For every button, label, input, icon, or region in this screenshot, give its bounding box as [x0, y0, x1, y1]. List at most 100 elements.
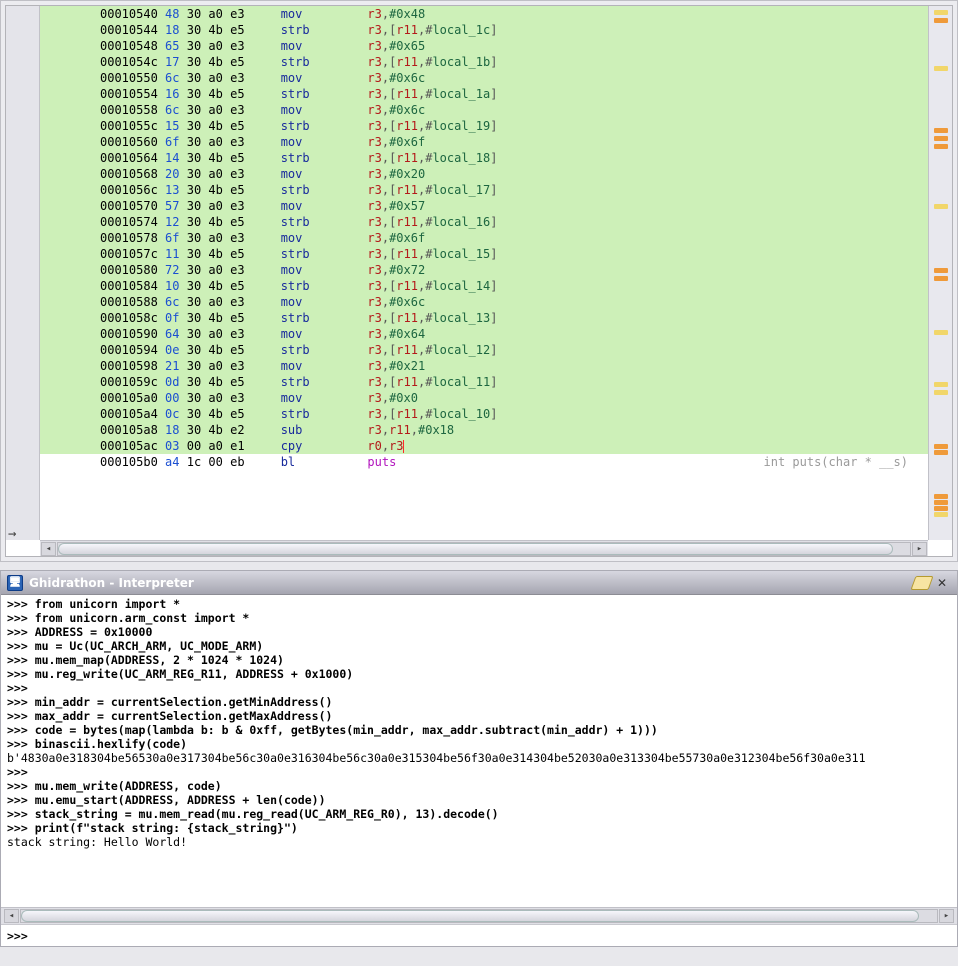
disasm-row[interactable]: 0001054c 17 30 4b e5 strb r3,[r11,#local…: [40, 54, 928, 70]
overview-marker[interactable]: [934, 500, 948, 505]
disasm-row[interactable]: 00010580 72 30 a0 e3 mov r3,#0x72: [40, 262, 928, 278]
disasm-row[interactable]: 00010578 6f 30 a0 e3 mov r3,#0x6f: [40, 230, 928, 246]
disasm-row[interactable]: 00010594 0e 30 4b e5 strb r3,[r11,#local…: [40, 342, 928, 358]
prompt: >>>: [7, 709, 35, 723]
operand: ,[: [382, 215, 396, 229]
disasm-row[interactable]: 000105a0 00 30 a0 e3 mov r3,#0x0: [40, 390, 928, 406]
disasm-row[interactable]: 00010588 6c 30 a0 e3 mov r3,#0x6c: [40, 294, 928, 310]
overview-marker[interactable]: [934, 382, 948, 387]
overview-marker[interactable]: [934, 390, 948, 395]
disasm-row[interactable]: 00010540 48 30 a0 e3 mov r3,#0x48: [40, 6, 928, 22]
scroll-left-button[interactable]: ◂: [41, 542, 56, 556]
disasm-row[interactable]: 00010584 10 30 4b e5 strb r3,[r11,#local…: [40, 278, 928, 294]
scroll-thumb[interactable]: [58, 543, 893, 555]
console-scrollbar[interactable]: ◂ ▸: [1, 907, 957, 924]
overview-marker[interactable]: [934, 136, 948, 141]
overview-marker[interactable]: [934, 512, 948, 517]
disasm-row[interactable]: 00010554 16 30 4b e5 strb r3,[r11,#local…: [40, 86, 928, 102]
scroll-left-button[interactable]: ◂: [4, 909, 19, 923]
overview-marker[interactable]: [934, 330, 948, 335]
overview-marker[interactable]: [934, 204, 948, 209]
cursor: [403, 440, 404, 453]
operand: r3: [367, 391, 381, 405]
disasm-row[interactable]: 000105a4 0c 30 4b e5 strb r3,[r11,#local…: [40, 406, 928, 422]
operand: r3: [367, 343, 381, 357]
operand: ]: [490, 183, 497, 197]
byte: a0: [208, 359, 230, 373]
address: 00010588: [100, 295, 165, 309]
disasm-row[interactable]: 00010570 57 30 a0 e3 mov r3,#0x57: [40, 198, 928, 214]
console-input-line: >>>: [7, 681, 951, 695]
byte: 4b: [208, 215, 230, 229]
byte: e3: [230, 71, 252, 85]
close-panel-button[interactable]: ✕: [933, 575, 951, 591]
interpreter-titlebar[interactable]: 🖥 Ghidrathon - Interpreter ✕: [1, 571, 957, 595]
disasm-row[interactable]: 00010558 6c 30 a0 e3 mov r3,#0x6c: [40, 102, 928, 118]
scroll-thumb[interactable]: [21, 910, 919, 922]
mnemonic: mov: [281, 199, 368, 213]
disasm-row[interactable]: 00010598 21 30 a0 e3 mov r3,#0x21: [40, 358, 928, 374]
repl-input[interactable]: [32, 929, 951, 943]
operand: local_1c: [432, 23, 490, 37]
overview-marker[interactable]: [934, 144, 948, 149]
overview-marker[interactable]: [934, 444, 948, 449]
byte: 30: [187, 167, 209, 181]
operand: ,: [382, 327, 389, 341]
operand: local_17: [432, 183, 490, 197]
disasm-row[interactable]: 00010574 12 30 4b e5 strb r3,[r11,#local…: [40, 214, 928, 230]
console-input-line: >>> min_addr = currentSelection.getMinAd…: [7, 695, 951, 709]
disasm-row[interactable]: 0001057c 11 30 4b e5 strb r3,[r11,#local…: [40, 246, 928, 262]
disasm-row[interactable]: 00010550 6c 30 a0 e3 mov r3,#0x6c: [40, 70, 928, 86]
disasm-row[interactable]: 00010560 6f 30 a0 e3 mov r3,#0x6f: [40, 134, 928, 150]
disasm-row[interactable]: 00010564 14 30 4b e5 strb r3,[r11,#local…: [40, 150, 928, 166]
disasm-row[interactable]: 00010548 65 30 a0 e3 mov r3,#0x65: [40, 38, 928, 54]
overview-marker[interactable]: [934, 506, 948, 511]
overview-ruler[interactable]: [928, 6, 952, 540]
clear-console-button[interactable]: [913, 575, 931, 591]
console-input-line: >>> mu.mem_map(ADDRESS, 2 * 1024 * 1024): [7, 653, 951, 667]
address: 00010574: [100, 215, 165, 229]
operand: ,: [382, 391, 389, 405]
scroll-track[interactable]: [20, 909, 938, 923]
disasm-row[interactable]: 00010590 64 30 a0 e3 mov r3,#0x64: [40, 326, 928, 342]
disasm-row[interactable]: 0001058c 0f 30 4b e5 strb r3,[r11,#local…: [40, 310, 928, 326]
disasm-row[interactable]: 000105a8 18 30 4b e2 sub r3,r11,#0x18: [40, 422, 928, 438]
overview-marker[interactable]: [934, 18, 948, 23]
horizontal-scrollbar[interactable]: ◂ ▸: [40, 540, 928, 556]
operand: r3: [367, 231, 381, 245]
overview-marker[interactable]: [934, 128, 948, 133]
overview-marker[interactable]: [934, 66, 948, 71]
disasm-row[interactable]: 00010568 20 30 a0 e3 mov r3,#0x20: [40, 166, 928, 182]
input-text: print(f"stack string: {stack_string}"): [35, 821, 298, 835]
disasm-row[interactable]: 0001055c 15 30 4b e5 strb r3,[r11,#local…: [40, 118, 928, 134]
scroll-right-button[interactable]: ▸: [912, 542, 927, 556]
disasm-row[interactable]: 0001056c 13 30 4b e5 strb r3,[r11,#local…: [40, 182, 928, 198]
operand: r11: [396, 23, 418, 37]
operand: ]: [490, 343, 497, 357]
console-output[interactable]: >>> from unicorn import *>>> from unicor…: [1, 595, 957, 907]
input-text: mu.mem_write(ADDRESS, code): [35, 779, 222, 793]
operand: r3: [367, 167, 381, 181]
disasm-row[interactable]: 000105ac 03 00 a0 e1 cpy r0,r3: [40, 438, 928, 454]
overview-marker[interactable]: [934, 450, 948, 455]
byte: 30: [187, 375, 209, 389]
mnemonic: mov: [281, 295, 368, 309]
overview-marker[interactable]: [934, 10, 948, 15]
input-text: max_addr = currentSelection.getMaxAddres…: [35, 709, 333, 723]
current-line-arrow-icon: →: [8, 526, 16, 542]
scroll-right-button[interactable]: ▸: [939, 909, 954, 923]
disasm-row[interactable]: 0001059c 0d 30 4b e5 strb r3,[r11,#local…: [40, 374, 928, 390]
console-input-line: >>>: [7, 765, 951, 779]
overview-marker[interactable]: [934, 494, 948, 499]
operand: r3: [367, 295, 381, 309]
overview-marker[interactable]: [934, 276, 948, 281]
scroll-track[interactable]: [57, 542, 911, 556]
disasm-row[interactable]: 00010544 18 30 4b e5 strb r3,[r11,#local…: [40, 22, 928, 38]
disasm-row[interactable]: 000105b0 a4 1c 00 eb bl putsint puts(cha…: [40, 454, 928, 470]
operand: r3: [367, 55, 381, 69]
mnemonic: mov: [281, 167, 368, 181]
byte: e3: [230, 327, 252, 341]
address: 0001055c: [100, 119, 165, 133]
disassembly-listing[interactable]: 00010540 48 30 a0 e3 mov r3,#0x480001054…: [40, 6, 928, 540]
overview-marker[interactable]: [934, 268, 948, 273]
